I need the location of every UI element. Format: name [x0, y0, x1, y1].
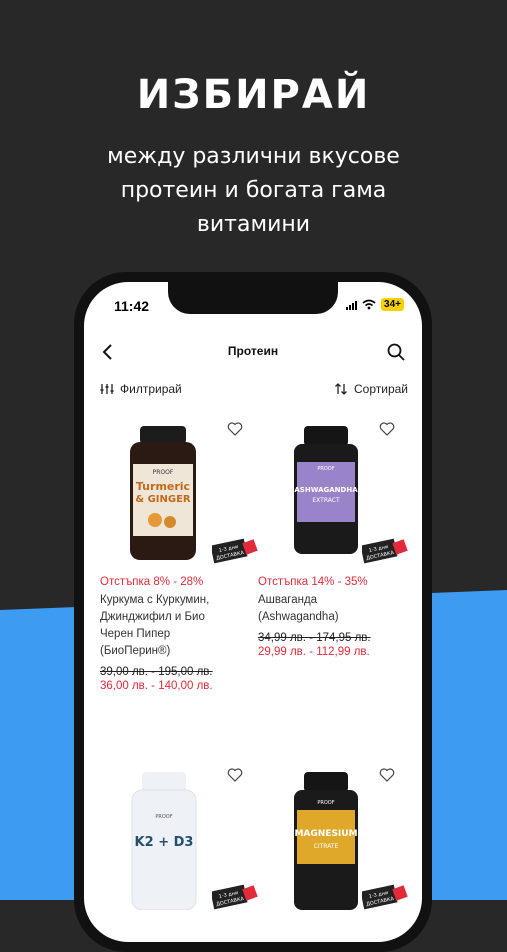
filter-icon	[100, 384, 114, 394]
discount-text: Отстъпка 8% - 28%	[100, 576, 204, 588]
product-image: PROOF Turmeric & GINGER 1-3 дни ДОСТАВКА	[100, 414, 258, 564]
delivery-badge: 1-3 дни ДОСТАВКА	[362, 884, 408, 910]
bottle-label-name: K2 + D3	[135, 835, 194, 850]
product-card[interactable]: PROOF MAGNESIUM CITRATE 1-3 дни ДОСТАВКА	[258, 760, 418, 910]
bottle-label-name: Turmeric	[136, 480, 190, 493]
bottle-label-sub: EXTRACT	[312, 497, 340, 504]
product-name: Ашваганда (Ashwagandha)	[258, 592, 418, 626]
filter-label: Филтрирай	[120, 382, 182, 396]
page-title: Протеин	[227, 344, 279, 358]
new-price: 36,00 лв. - 140,00 лв.	[100, 680, 213, 692]
product-name-line: Джинджифил и Био	[100, 611, 205, 623]
delivery-badge: 1-3 дни ДОСТАВКА	[212, 884, 258, 910]
sort-icon	[335, 383, 347, 395]
product-card[interactable]: PROOF Turmeric & GINGER 1-3 дни ДОСТАВКА…	[100, 414, 260, 692]
product-card[interactable]: PROOF K2 + D3 1-3 дни ДОСТАВКА	[100, 760, 260, 911]
heart-icon[interactable]	[226, 420, 244, 438]
promo-subtitle-line: между различни вкусове	[107, 144, 400, 169]
heart-icon[interactable]	[378, 766, 396, 784]
product-name-line: Черен Пипер	[100, 628, 171, 640]
product-name-line: Куркума с Куркумин,	[100, 594, 210, 606]
bottle-label-sub: & GINGER	[135, 494, 191, 505]
new-price: 29,99 лв. - 112,99 лв.	[258, 646, 370, 658]
sort-button[interactable]: Сортирай	[334, 382, 408, 396]
promo-subtitle: между различни вкусове протеин и богата …	[0, 140, 507, 242]
product-name-line: (БиоПерин®)	[100, 645, 171, 657]
filter-button[interactable]: Филтрирай	[100, 382, 182, 396]
cellular-signal-icon	[346, 300, 358, 310]
status-icons: 34+	[346, 298, 404, 311]
search-icon[interactable]	[384, 340, 408, 364]
heart-icon[interactable]	[226, 766, 244, 784]
product-card[interactable]: PROOF ASHWAGANDHA EXTRACT 1-3 дни ДОСТАВ…	[258, 414, 418, 658]
bottle-label-brand: PROOF	[317, 800, 334, 806]
phone-frame: 11:42 34+ Протеин Филтрирай Сортирай PRO…	[74, 272, 432, 952]
old-price: 34,99 лв. - 174,95 лв.	[258, 632, 371, 644]
bottle-label-name: MAGNESIUM	[294, 829, 357, 839]
product-name-line: Ашваганда	[258, 594, 318, 606]
delivery-badge: 1-3 дни ДОСТАВКА	[212, 538, 258, 564]
list-toolbar: Филтрирай Сортирай	[84, 378, 422, 402]
navbar: Протеин	[84, 332, 422, 372]
product-image: PROOF ASHWAGANDHA EXTRACT 1-3 дни ДОСТАВ…	[258, 414, 408, 564]
product-name: Куркума с Куркумин, Джинджифил и Био Чер…	[100, 592, 260, 660]
discount-text: Отстъпка 14% - 35%	[258, 576, 368, 588]
promo-headline: ИЗБИРАЙ	[136, 72, 371, 118]
wifi-icon	[362, 299, 376, 310]
product-image: PROOF MAGNESIUM CITRATE 1-3 дни ДОСТАВКА	[258, 760, 408, 910]
product-image: PROOF K2 + D3 1-3 дни ДОСТАВКА	[100, 760, 258, 911]
bottle-label-sub: CITRATE	[314, 843, 339, 850]
status-time: 11:42	[114, 298, 150, 314]
old-price: 39,00 лв. - 195,00 лв.	[100, 666, 213, 678]
sort-label: Сортирай	[354, 382, 408, 396]
bottle-label-brand: PROOF	[155, 814, 172, 820]
phone-screen: 11:42 34+ Протеин Филтрирай Сортирай PRO…	[84, 282, 422, 942]
heart-icon[interactable]	[378, 420, 396, 438]
bottle-label-brand: PROOF	[317, 466, 334, 472]
product-name-line: (Ashwagandha)	[258, 611, 339, 623]
battery-indicator: 34+	[381, 298, 404, 311]
phone-notch	[168, 282, 338, 314]
promo-subtitle-line: протеин и богата гама	[120, 178, 387, 203]
bottle-label-name: ASHWAGANDHA	[294, 486, 358, 494]
bottle-label-brand: PROOF	[153, 469, 174, 476]
delivery-badge: 1-3 дни ДОСТАВКА	[362, 538, 408, 564]
promo-subtitle-line: витамини	[196, 212, 311, 237]
